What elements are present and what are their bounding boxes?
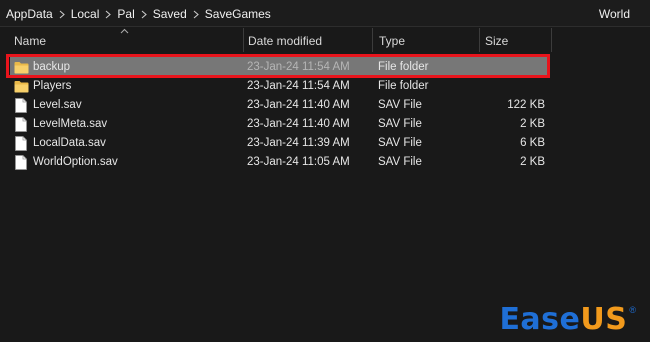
file-name: WorldOption.sav: [33, 156, 118, 168]
column-divider[interactable]: [551, 28, 552, 52]
file-name-cell: WorldOption.sav: [13, 152, 118, 172]
column-header-date-modified[interactable]: Date modified: [242, 28, 372, 54]
file-name: LevelMeta.sav: [33, 118, 108, 130]
breadcrumb-item-local[interactable]: Local: [71, 7, 100, 21]
chevron-right-icon[interactable]: [141, 10, 147, 19]
file-icon: [13, 97, 29, 113]
file-row-levelmeta-sav[interactable]: LevelMeta.sav 23-Jan-24 11:40 AM SAV Fil…: [10, 114, 548, 134]
column-divider[interactable]: [372, 28, 373, 52]
file-type: SAV File: [378, 156, 422, 168]
file-name-cell: LevelMeta.sav: [13, 114, 107, 134]
file-size: [484, 76, 545, 96]
column-divider[interactable]: [243, 28, 244, 52]
column-header-size[interactable]: Size: [479, 28, 551, 54]
file-row-localdata-sav[interactable]: LocalData.sav 23-Jan-24 11:39 AM SAV Fil…: [10, 133, 548, 153]
chevron-right-icon[interactable]: [59, 10, 65, 19]
file-row-players[interactable]: Players 23-Jan-24 11:54 AM File folder: [10, 76, 548, 96]
file-name: LocalData.sav: [33, 137, 106, 149]
folder-icon: [13, 78, 29, 94]
breadcrumb-item-pal[interactable]: Pal: [117, 7, 134, 21]
file-name-cell: Level.sav: [13, 95, 82, 115]
registered-mark: ®: [629, 305, 636, 315]
logo-text-us: US: [580, 302, 628, 337]
file-size: 6 KB: [520, 137, 545, 149]
chevron-right-icon[interactable]: [193, 10, 199, 19]
file-icon: [13, 116, 29, 132]
breadcrumb: AppData Local Pal Saved SaveGames: [6, 7, 271, 21]
file-date: 23-Jan-24 11:54 AM: [247, 80, 350, 92]
file-name-cell: LocalData.sav: [13, 133, 106, 153]
file-date: 23-Jan-24 11:05 AM: [247, 156, 350, 168]
file-name-cell: Players: [13, 76, 71, 96]
column-divider[interactable]: [479, 28, 480, 52]
logo-text-ease: Ease: [499, 302, 581, 337]
selection-highlight-box: [6, 54, 550, 78]
breadcrumb-trailing-label[interactable]: World: [599, 7, 630, 21]
file-size: 2 KB: [520, 118, 545, 130]
sort-ascending-icon: [120, 28, 129, 34]
address-bar[interactable]: AppData Local Pal Saved SaveGames World: [0, 0, 650, 27]
file-type: SAV File: [378, 118, 422, 130]
file-type: SAV File: [378, 99, 422, 111]
column-header-type[interactable]: Type: [373, 28, 481, 54]
file-row-level-sav[interactable]: Level.sav 23-Jan-24 11:40 AM SAV File 12…: [10, 95, 548, 115]
file-date: 23-Jan-24 11:39 AM: [247, 137, 350, 149]
breadcrumb-item-appdata[interactable]: AppData: [6, 7, 53, 21]
file-size: 2 KB: [520, 156, 545, 168]
file-date: 23-Jan-24 11:40 AM: [247, 118, 350, 130]
file-type: File folder: [378, 80, 429, 92]
breadcrumb-item-savegames[interactable]: SaveGames: [205, 7, 271, 21]
breadcrumb-item-saved[interactable]: Saved: [153, 7, 187, 21]
file-date: 23-Jan-24 11:40 AM: [247, 99, 350, 111]
file-size: 122 KB: [507, 99, 545, 111]
chevron-right-icon[interactable]: [105, 10, 112, 19]
easeus-logo: Ease US ®: [499, 303, 636, 337]
file-name: Players: [33, 80, 72, 92]
file-type: SAV File: [378, 137, 422, 149]
file-icon: [13, 135, 29, 151]
column-headers: Name Date modified Type Size: [0, 28, 552, 54]
file-name: Level.sav: [33, 99, 82, 111]
file-row-worldoption-sav[interactable]: WorldOption.sav 23-Jan-24 11:05 AM SAV F…: [10, 152, 548, 172]
file-icon: [13, 154, 29, 170]
